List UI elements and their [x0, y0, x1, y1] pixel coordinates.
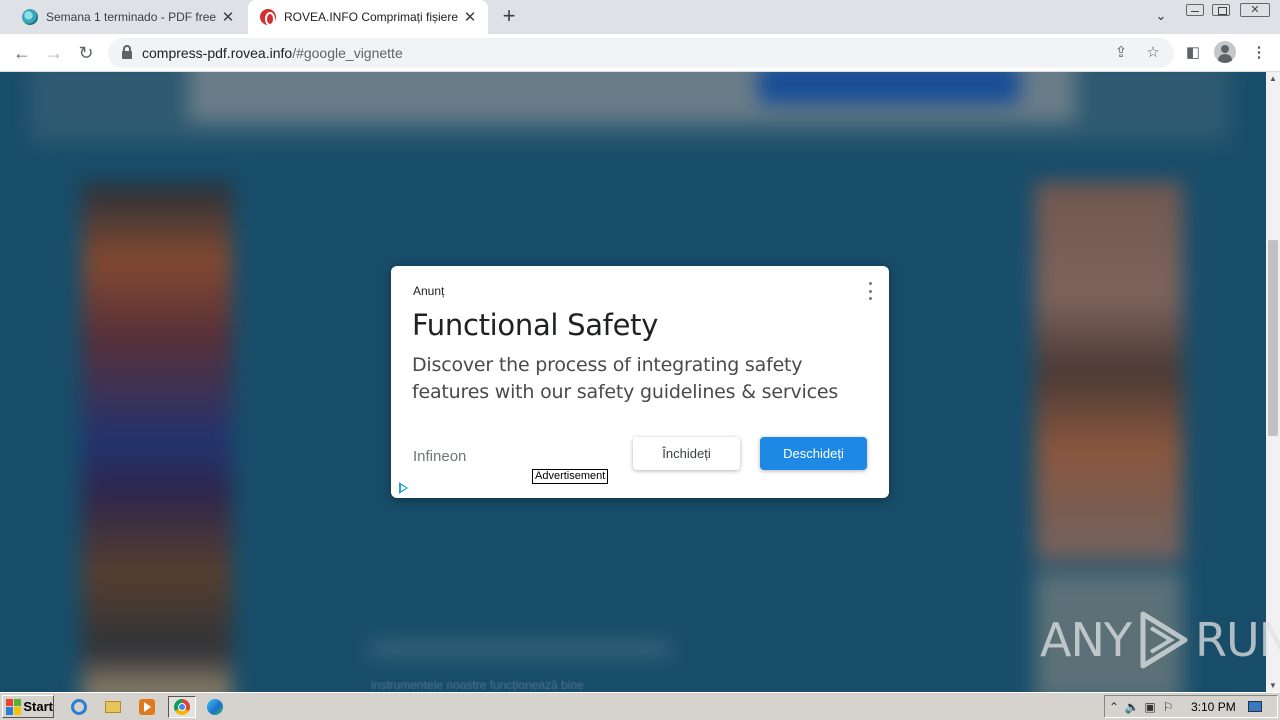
ad-advertiser[interactable]: Infineon: [413, 448, 466, 465]
url-text: compress-pdf.rovea.info/#google_vignette: [142, 45, 403, 61]
start-button[interactable]: Start: [2, 695, 54, 718]
windows-logo-icon: [6, 698, 22, 715]
maximize-icon[interactable]: [1212, 4, 1230, 16]
tab-rovea[interactable]: ROVEA.INFO Comprimați fișiere PDF ✕: [248, 0, 488, 34]
tab-semana[interactable]: Semana 1 terminado - PDF free ✕: [8, 0, 246, 34]
share-icon[interactable]: ⇪: [1112, 44, 1130, 62]
new-tab-button[interactable]: +: [498, 5, 520, 28]
ie-icon[interactable]: [68, 696, 90, 718]
tab-title: ROVEA.INFO Comprimați fișiere PDF: [284, 10, 460, 24]
volume-icon[interactable]: 🔈: [1123, 700, 1141, 714]
tab-close-icon[interactable]: ✕: [460, 7, 480, 27]
address-bar[interactable]: compress-pdf.rovea.info/#google_vignette…: [108, 38, 1174, 68]
watermark-right: RUN: [1194, 613, 1280, 667]
tab-close-icon[interactable]: ✕: [218, 7, 238, 27]
forward-icon[interactable]: →: [42, 41, 66, 65]
show-desktop-icon[interactable]: [1247, 701, 1262, 712]
watermark-play-icon: [1140, 611, 1188, 669]
folder-icon[interactable]: [102, 696, 124, 718]
vignette-ad-dialog: Anunț Functional Safety Discover the pro…: [391, 266, 889, 498]
media-player-icon[interactable]: [136, 696, 158, 718]
start-label: Start: [23, 699, 53, 714]
system-tray: ⌃ 🔈 ▣ ⚐ 3:10 PM: [1104, 695, 1278, 718]
profile-icon[interactable]: [1214, 41, 1236, 63]
reload-icon[interactable]: ↻: [74, 41, 98, 65]
tab-search-icon[interactable]: ⌄: [1152, 8, 1170, 26]
back-icon[interactable]: ←: [10, 41, 34, 65]
tab-strip: Semana 1 terminado - PDF free ✕ ROVEA.IN…: [0, 0, 1280, 34]
scroll-thumb[interactable]: [1268, 240, 1278, 436]
clock[interactable]: 3:10 PM: [1191, 700, 1236, 714]
rovea-favicon-icon: [260, 9, 276, 26]
minimize-icon[interactable]: [1186, 4, 1204, 16]
page-scrollbar[interactable]: ▲ ▼: [1266, 72, 1280, 692]
tray-expand-icon[interactable]: ⌃: [1105, 700, 1123, 714]
kebab-menu-icon[interactable]: ⋮: [1248, 42, 1270, 64]
adchoices-icon[interactable]: [399, 482, 408, 494]
ad-description[interactable]: Discover the process of integrating safe…: [412, 352, 872, 406]
scroll-down-icon[interactable]: ▼: [1269, 681, 1277, 690]
pdf-free-favicon-icon: [22, 9, 38, 25]
taskbar: Start ⌃ 🔈 ▣ ⚐ 3:10 PM: [0, 692, 1280, 720]
anyrun-watermark: ANY RUN: [1040, 610, 1280, 670]
network-icon[interactable]: ▣: [1141, 700, 1159, 714]
browser-toolbar: ← → ↻ compress-pdf.rovea.info/#google_vi…: [0, 34, 1280, 72]
ad-close-button[interactable]: Închideți: [633, 437, 740, 470]
ad-label: Anunț: [413, 284, 445, 298]
edge-icon[interactable]: [204, 696, 226, 718]
ad-title[interactable]: Functional Safety: [412, 308, 658, 342]
scroll-up-icon[interactable]: ▲: [1269, 74, 1277, 83]
advertisement-tag: Advertisement: [532, 469, 609, 484]
close-window-icon[interactable]: ✕: [1240, 3, 1270, 17]
watermark-left: ANY: [1040, 613, 1132, 667]
chrome-icon[interactable]: [168, 696, 196, 718]
sidepanel-icon[interactable]: ◧: [1182, 42, 1204, 64]
tab-title: Semana 1 terminado - PDF free: [46, 10, 217, 24]
lock-icon[interactable]: [122, 45, 132, 59]
flag-icon[interactable]: ⚐: [1159, 700, 1177, 714]
ad-open-button[interactable]: Deschideți: [760, 437, 867, 470]
ad-options-icon[interactable]: [867, 282, 873, 300]
star-icon[interactable]: ☆: [1144, 44, 1162, 62]
